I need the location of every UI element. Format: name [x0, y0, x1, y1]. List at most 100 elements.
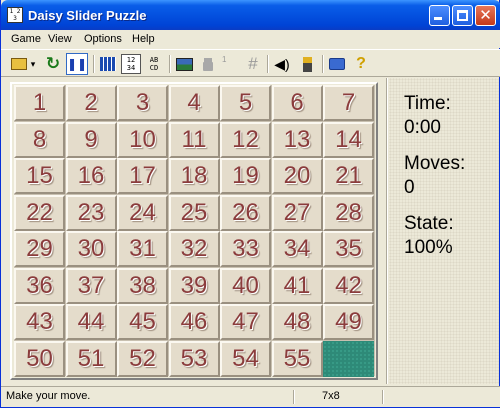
- maximize-icon: [457, 10, 468, 21]
- puzzle-tile[interactable]: 50: [14, 340, 65, 377]
- lock-button[interactable]: [198, 54, 218, 74]
- lock-icon: [203, 62, 213, 71]
- puzzle-tile[interactable]: 34: [271, 231, 323, 267]
- puzzle-tile[interactable]: 45: [117, 304, 168, 340]
- numbers-mode-button[interactable]: 12 34: [121, 54, 141, 74]
- app-window: 1 2 3 Daisy Slider Puzzle ✕ Game View Op…: [0, 0, 500, 408]
- puzzle-tile[interactable]: 24: [117, 194, 168, 231]
- menu-help[interactable]: Help: [132, 33, 155, 45]
- puzzle-tile[interactable]: 18: [168, 158, 220, 194]
- puzzle-tile[interactable]: 41: [271, 267, 323, 304]
- puzzle-tile[interactable]: 13: [271, 121, 323, 158]
- status-bar: Make your move. 7x8: [1, 386, 500, 407]
- puzzle-tile[interactable]: 10: [117, 121, 168, 158]
- puzzle-tile[interactable]: 6: [271, 85, 323, 121]
- minimize-icon: [434, 17, 442, 20]
- sound-button[interactable]: ◀): [272, 54, 292, 74]
- puzzle-tile[interactable]: 2: [65, 85, 117, 121]
- menu-game[interactable]: Game: [11, 33, 41, 45]
- puzzle-tile[interactable]: 32: [168, 231, 220, 267]
- moves-label: Moves:: [404, 153, 466, 174]
- puzzle-tile[interactable]: 47: [220, 304, 271, 340]
- letters-mode-button[interactable]: AB CD: [144, 54, 164, 74]
- toolbar-separator: [267, 55, 269, 73]
- puzzle-tile[interactable]: 52: [117, 340, 168, 377]
- flashlight-icon: [302, 56, 312, 72]
- puzzle-tile[interactable]: 51: [65, 340, 117, 377]
- menu-view[interactable]: View: [48, 33, 72, 45]
- close-button[interactable]: ✕: [475, 5, 496, 26]
- state-label: State:: [404, 213, 454, 234]
- puzzle-tile[interactable]: 35: [323, 231, 374, 267]
- open-icon: [11, 58, 27, 70]
- menu-options[interactable]: Options: [84, 33, 122, 45]
- pause-button[interactable]: ❚❚: [66, 53, 88, 75]
- puzzle-tile[interactable]: 46: [168, 304, 220, 340]
- puzzle-tile[interactable]: 48: [271, 304, 323, 340]
- puzzle-tile[interactable]: 7: [323, 85, 374, 121]
- puzzle-tile[interactable]: 17: [117, 158, 168, 194]
- puzzle-tile[interactable]: 1: [14, 85, 65, 121]
- puzzle-tile[interactable]: 30: [65, 231, 117, 267]
- book-button[interactable]: [327, 54, 347, 74]
- puzzle-tile[interactable]: 26: [220, 194, 271, 231]
- picture-button[interactable]: [174, 54, 194, 74]
- puzzle-tile[interactable]: 19: [220, 158, 271, 194]
- puzzle-tile[interactable]: 9: [65, 121, 117, 158]
- title-bar[interactable]: 1 2 3 Daisy Slider Puzzle ✕: [1, 0, 500, 30]
- puzzle-tile[interactable]: 3: [117, 85, 168, 121]
- puzzle-tile[interactable]: 37: [65, 267, 117, 304]
- toolbar-separator: [169, 55, 171, 73]
- puzzle-tile[interactable]: 23: [65, 194, 117, 231]
- state-value: 100%: [404, 237, 453, 258]
- puzzle-tile[interactable]: 31: [117, 231, 168, 267]
- puzzle-tile[interactable]: 44: [65, 304, 117, 340]
- puzzle-tile[interactable]: 14: [323, 121, 374, 158]
- puzzle-tile[interactable]: 21: [323, 158, 374, 194]
- moves-value: 0: [404, 177, 415, 198]
- puzzle-tile[interactable]: 49: [323, 304, 374, 340]
- app-icon[interactable]: 1 2 3: [7, 7, 23, 23]
- puzzle-tile[interactable]: 40: [220, 267, 271, 304]
- pause-icon: ❚❚: [66, 57, 88, 71]
- help-button[interactable]: ?: [351, 54, 371, 74]
- puzzle-tile[interactable]: 8: [14, 121, 65, 158]
- puzzle-tile[interactable]: 27: [271, 194, 323, 231]
- restart-button[interactable]: ↻: [43, 54, 63, 74]
- open-button[interactable]: [9, 54, 29, 74]
- menu-bar: Game View Options Help: [1, 30, 500, 48]
- puzzle-tile[interactable]: 29: [14, 231, 65, 267]
- grid-button[interactable]: #: [243, 54, 263, 74]
- puzzle-tile[interactable]: 53: [168, 340, 220, 377]
- puzzle-tile[interactable]: 15: [14, 158, 65, 194]
- puzzle-tile[interactable]: 33: [220, 231, 271, 267]
- puzzle-tile[interactable]: 43: [14, 304, 65, 340]
- puzzle-tile[interactable]: 28: [323, 194, 374, 231]
- puzzle-tile[interactable]: 20: [271, 158, 323, 194]
- puzzle-tile[interactable]: 4: [168, 85, 220, 121]
- puzzle-tile[interactable]: 11: [168, 121, 220, 158]
- scramble-button[interactable]: [98, 54, 118, 74]
- hint-button[interactable]: [297, 54, 317, 74]
- puzzle-tile[interactable]: 25: [168, 194, 220, 231]
- puzzle-tile[interactable]: 38: [117, 267, 168, 304]
- puzzle-tile[interactable]: 55: [271, 340, 323, 377]
- puzzle-tile[interactable]: 22: [14, 194, 65, 231]
- book-icon: [329, 58, 345, 70]
- puzzle-tile[interactable]: 36: [14, 267, 65, 304]
- puzzle-tile[interactable]: 54: [220, 340, 271, 377]
- puzzle-tile[interactable]: 12: [220, 121, 271, 158]
- time-value: 0:00: [404, 117, 441, 138]
- puzzle-tile[interactable]: 16: [65, 158, 117, 194]
- minimize-button[interactable]: [429, 5, 450, 26]
- close-icon: ✕: [479, 7, 492, 24]
- scramble-icon: [100, 57, 116, 71]
- empty-slot[interactable]: [323, 340, 374, 377]
- puzzle-tile[interactable]: 39: [168, 267, 220, 304]
- open-dropdown-button[interactable]: ▾: [28, 54, 38, 74]
- maximize-button[interactable]: [452, 5, 473, 26]
- app-icon-text: 1 2 3: [9, 8, 21, 22]
- picture-icon: [175, 57, 193, 71]
- puzzle-tile[interactable]: 42: [323, 267, 374, 304]
- puzzle-tile[interactable]: 5: [220, 85, 271, 121]
